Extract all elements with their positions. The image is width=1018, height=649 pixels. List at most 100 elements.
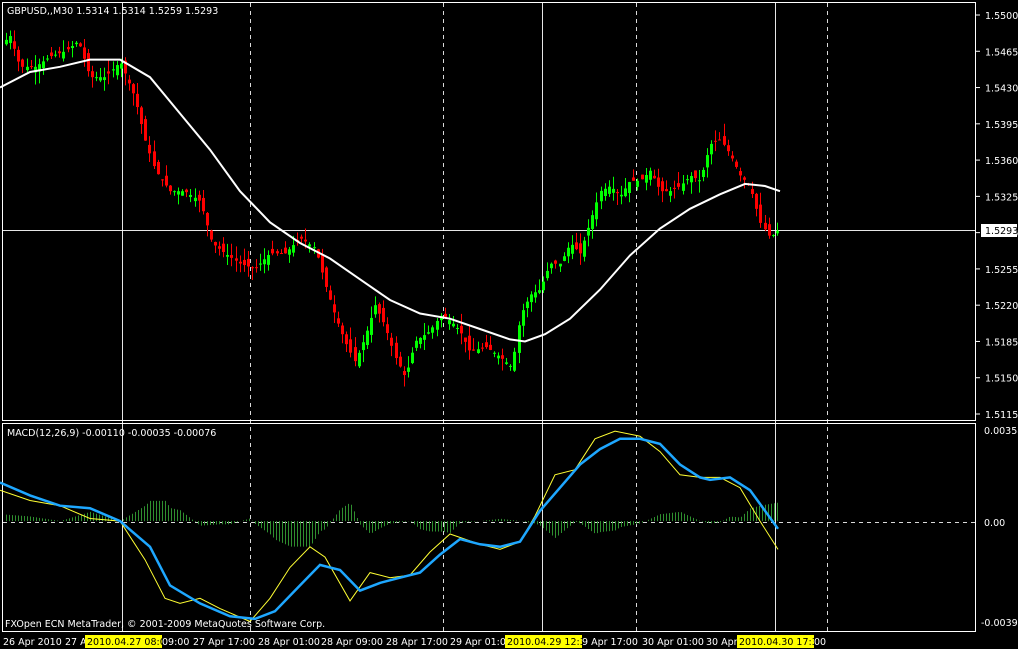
bull-candle [177, 191, 180, 195]
bear-candle [554, 260, 557, 264]
bull-candle [407, 367, 410, 372]
bull-candle [411, 352, 414, 364]
bull-candle [362, 342, 365, 351]
bear-candle [579, 243, 582, 254]
bear-candle [210, 230, 213, 240]
bull-candle [624, 188, 627, 197]
bear-candle [768, 224, 771, 236]
bear-candle [333, 304, 336, 313]
bear-candle [501, 355, 504, 359]
time-label: 26 Apr 2010 [3, 637, 62, 648]
bull-candle [497, 355, 500, 359]
bear-candle [13, 41, 16, 49]
bear-candle [58, 51, 61, 54]
bull-candle [546, 270, 549, 279]
bull-candle [54, 54, 57, 56]
bear-candle [653, 175, 656, 179]
bull-candle [26, 66, 29, 71]
bear-candle [460, 325, 463, 334]
bear-candle [153, 151, 156, 167]
bear-candle [165, 175, 168, 186]
bear-candle [87, 53, 90, 72]
bear-candle [107, 71, 110, 74]
current-price-tag: 1.5293 [981, 224, 1018, 237]
bull-candle [431, 327, 434, 333]
bear-candle [735, 161, 738, 167]
bull-candle [534, 292, 537, 298]
bear-candle [694, 170, 697, 179]
bull-candle [75, 42, 78, 45]
bull-candle [571, 244, 574, 254]
bear-candle [218, 246, 221, 249]
bull-candle [522, 310, 525, 326]
bull-candle [374, 305, 377, 315]
bear-candle [132, 84, 135, 94]
bear-candle [271, 248, 274, 254]
bear-candle [239, 261, 242, 264]
bear-candle [481, 347, 484, 349]
bear-candle [329, 290, 332, 300]
bear-candle [464, 337, 467, 342]
bull-candle [194, 197, 197, 202]
price-axis-label: 1.5255 [985, 265, 1018, 276]
bear-candle [354, 347, 357, 362]
price-axis-label: 1.5500 [985, 11, 1018, 22]
bear-candle [30, 66, 33, 68]
bear-candle [91, 71, 94, 78]
bull-candle [415, 340, 418, 348]
time-label-highlight: 2010.04.29 12:30 [507, 637, 592, 648]
bull-candle [776, 230, 779, 234]
bear-candle [157, 161, 160, 175]
bull-candle [518, 325, 521, 353]
time-label-highlight: 2010.04.30 17:30 [739, 637, 824, 648]
bull-candle [292, 245, 295, 253]
time-label: 28 Apr 09:00 [321, 637, 383, 648]
bear-candle [382, 307, 385, 323]
bull-candle [263, 259, 266, 265]
bear-candle [759, 204, 762, 223]
bull-candle [62, 51, 65, 59]
bull-candle [120, 63, 123, 69]
bull-candle [698, 180, 701, 182]
bear-candle [21, 59, 24, 67]
bear-candle [17, 49, 20, 62]
bear-candle [280, 253, 283, 255]
bull-candle [550, 263, 553, 269]
bull-candle [600, 190, 603, 202]
macd-axis-top: 0.00358 [984, 426, 1018, 437]
bear-candle [337, 318, 340, 324]
copyright-text: FXOpen ECN MetaTrader, © 2001-2009 MetaQ… [5, 619, 325, 630]
mt4-chart-window[interactable]: 1.5500 1.5465 1.5430 1.5395 1.5360 1.5325 1.52… [0, 0, 1018, 649]
price-axis-label: 1.5465 [985, 47, 1018, 58]
time-label: 09:00 [162, 637, 189, 648]
price-axis-label: 1.5185 [985, 337, 1018, 348]
bull-candle [427, 332, 430, 334]
bear-candle [255, 267, 258, 269]
bear-candle [641, 174, 644, 180]
bear-candle [169, 185, 172, 192]
bear-candle [657, 177, 660, 187]
bull-candle [477, 349, 480, 354]
bear-candle [235, 258, 238, 261]
bear-candle [50, 52, 53, 57]
current-price-tag-text: 1.5293 [985, 226, 1018, 237]
bull-candle [526, 301, 529, 309]
bull-candle [288, 249, 291, 255]
bear-candle [304, 239, 307, 242]
bear-candle [243, 259, 246, 266]
bear-candle [79, 43, 82, 47]
bear-candle [727, 145, 730, 152]
bear-candle [386, 324, 389, 334]
time-label: 28 Apr 01:00 [258, 637, 320, 648]
bull-candle [42, 61, 45, 69]
bull-candle [649, 170, 652, 180]
bull-candle [95, 77, 98, 79]
bull-candle [591, 215, 594, 229]
bear-candle [378, 304, 381, 314]
bull-candle [706, 155, 709, 168]
price-axis-label: 1.5325 [985, 192, 1018, 203]
bear-candle [739, 171, 742, 176]
time-label: 00 [814, 637, 826, 648]
price-axis-label: 1.5150 [985, 374, 1018, 385]
bear-candle [161, 179, 164, 181]
